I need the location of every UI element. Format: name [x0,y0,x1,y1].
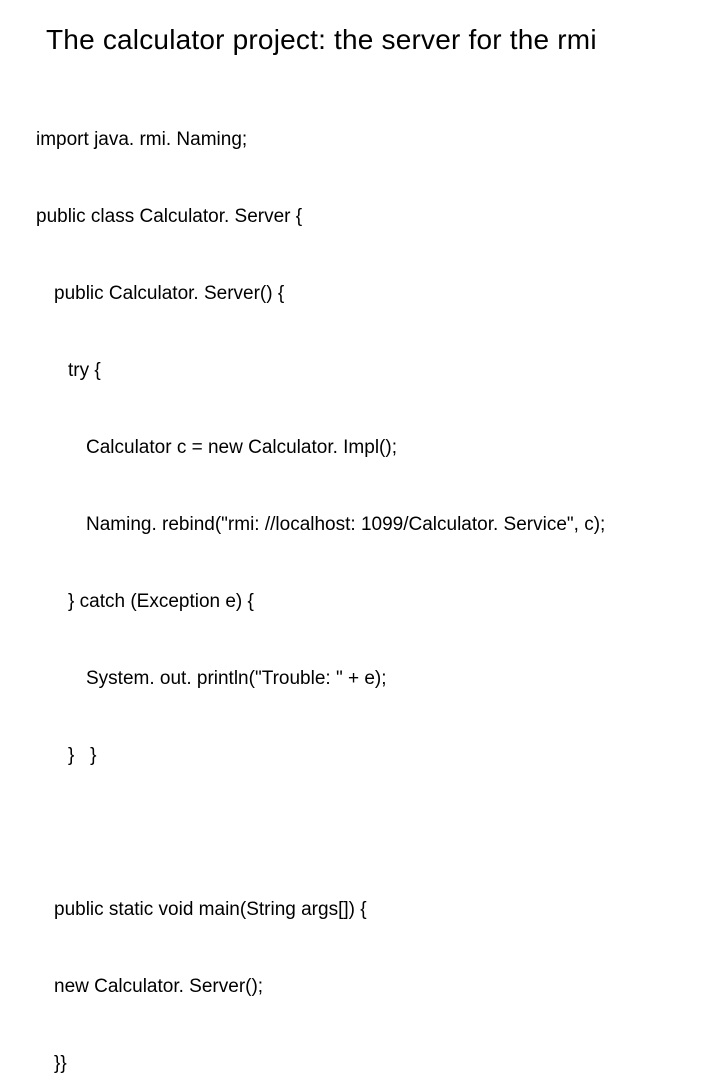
code-line: } } [36,743,684,769]
code-block: import java. rmi. Naming; public class C… [36,76,684,1080]
slide-title: The calculator project: the server for t… [46,24,684,56]
code-line: new Calculator. Server(); [36,974,684,1000]
code-line: } catch (Exception e) { [36,589,684,615]
code-line: public class Calculator. Server { [36,204,684,230]
code-line: public static void main(String args[]) { [36,897,684,923]
code-line: public Calculator. Server() { [36,281,684,307]
code-line: Calculator c = new Calculator. Impl(); [36,435,684,461]
code-line: }} [36,1051,684,1077]
code-line: Naming. rebind("rmi: //localhost: 1099/C… [36,512,684,538]
code-blank-line [36,820,684,846]
code-line: import java. rmi. Naming; [36,127,684,153]
code-line: System. out. println("Trouble: " + e); [36,666,684,692]
code-line: try { [36,358,684,384]
